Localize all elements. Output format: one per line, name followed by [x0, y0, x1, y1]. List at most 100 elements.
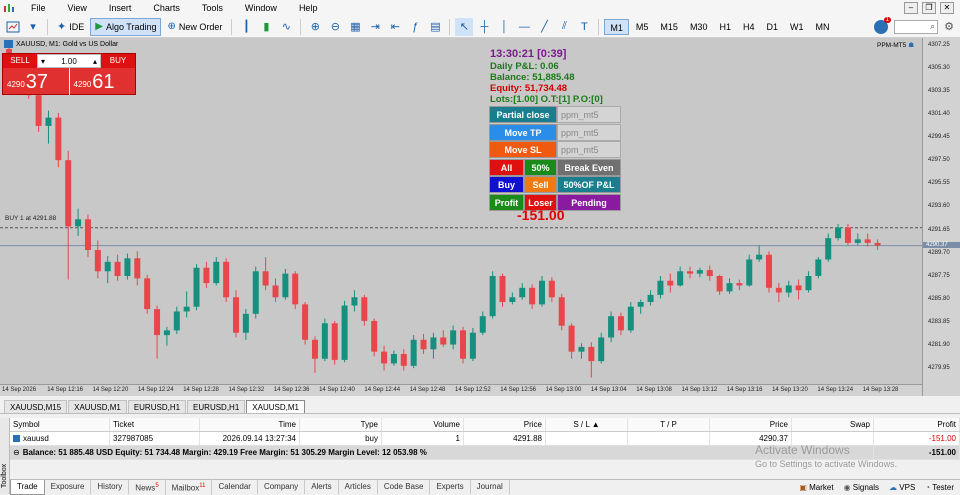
toolbox-tab-history[interactable]: History — [91, 480, 130, 494]
partial-close-button[interactable]: Partial close — [489, 106, 557, 123]
expert-advisor-tag[interactable]: PPM-MT5 ☗ — [877, 41, 914, 50]
col-symbol[interactable]: Symbol — [10, 418, 110, 431]
menu-tools[interactable]: Tools — [191, 0, 234, 16]
toolbox-tab-mailbox[interactable]: Mailbox11 — [166, 478, 213, 495]
notifications-icon[interactable]: 1 — [874, 16, 892, 34]
row-sl[interactable] — [546, 432, 628, 445]
lot-size-input[interactable]: ▾ 1.00 ▴ — [37, 54, 101, 68]
tester-button[interactable]: ◔ Tester — [925, 483, 954, 492]
tf-d1[interactable]: D1 — [761, 19, 783, 35]
templates-icon[interactable]: ▤ — [426, 18, 444, 36]
col-volume[interactable]: Volume — [382, 418, 464, 431]
col-sl[interactable]: S / L ▲ — [546, 418, 628, 431]
new-chart-icon[interactable] — [4, 18, 22, 36]
move-sl-button[interactable]: Move SL — [489, 141, 557, 158]
buy-button-label[interactable]: BUY — [101, 54, 135, 68]
toolbox-tab-alerts[interactable]: Alerts — [305, 480, 339, 494]
buy-price-button[interactable]: 4290 61 — [70, 68, 136, 95]
zoom-in-icon[interactable]: ⊕ — [306, 18, 324, 36]
menu-insert[interactable]: Insert — [98, 0, 143, 16]
close-fifty-button[interactable]: 50% — [524, 158, 557, 176]
toolbox-tab-company[interactable]: Company — [258, 480, 306, 494]
new-order-button[interactable]: ⊕ New Order — [163, 18, 226, 36]
candlestick-chart[interactable] — [0, 38, 922, 384]
menu-charts[interactable]: Charts — [142, 0, 191, 16]
col-time[interactable]: Time — [200, 418, 300, 431]
col-swap[interactable]: Swap — [792, 418, 874, 431]
auto-scroll-icon[interactable]: ⇥ — [366, 18, 384, 36]
profiles-icon[interactable]: ▾ — [24, 18, 42, 36]
market-button[interactable]: ▣ Market — [799, 483, 833, 492]
lot-decrease-icon[interactable]: ▾ — [41, 57, 45, 66]
toolbox-tab-experts[interactable]: Experts — [430, 480, 471, 494]
close-button[interactable]: ✕ — [940, 2, 954, 14]
settings-icon[interactable]: ⚙ — [944, 20, 954, 33]
move-sl-input[interactable]: ppm_mt5 — [557, 141, 621, 158]
chart-tab[interactable]: XAUUSD,M1 — [68, 400, 127, 413]
chart-window[interactable]: XAUUSD, M1: Gold vs US Dollar PPM-MT5 ☗ … — [0, 38, 960, 396]
cursor-icon[interactable]: ↖ — [455, 17, 474, 36]
close-sell-button[interactable]: Sell — [524, 176, 557, 193]
break-even-button[interactable]: Break Even — [557, 158, 621, 176]
tile-windows-icon[interactable]: ▦ — [346, 18, 364, 36]
indicators-icon[interactable]: ƒ — [406, 18, 424, 36]
partial-close-input[interactable]: ppm_mt5 — [557, 106, 621, 123]
candle-chart-icon[interactable]: ▮ — [257, 18, 275, 36]
tf-m5[interactable]: M5 — [631, 19, 654, 35]
move-tp-button[interactable]: Move TP — [489, 123, 557, 141]
toolbox-tab-exposure[interactable]: Exposure — [45, 480, 92, 494]
col-tp[interactable]: T / P — [628, 418, 710, 431]
tf-m15[interactable]: M15 — [655, 19, 683, 35]
signals-button[interactable]: ◉ Signals — [844, 483, 879, 492]
menu-help[interactable]: Help — [288, 0, 329, 16]
toolbox-tab-code-base[interactable]: Code Base — [378, 480, 431, 494]
lot-increase-icon[interactable]: ▴ — [93, 57, 97, 66]
menu-file[interactable]: File — [20, 0, 57, 16]
chart-shift-icon[interactable]: ⇤ — [386, 18, 404, 36]
price-axis[interactable]: 4307.25 4305.30 4303.35 4301.40 4299.45 4297.… — [922, 38, 960, 396]
col-profit[interactable]: Profit — [874, 418, 960, 431]
sell-button-label[interactable]: SELL — [3, 54, 37, 68]
sell-price-button[interactable]: 4290 37 — [3, 68, 69, 95]
menu-window[interactable]: Window — [234, 0, 288, 16]
tf-m30[interactable]: M30 — [685, 19, 713, 35]
chart-tab[interactable]: EURUSD,H1 — [187, 400, 246, 413]
toolbox-tab-trade[interactable]: Trade — [10, 479, 45, 495]
fifty-of-pl-button[interactable]: 50%OF P&L — [557, 176, 621, 193]
algo-trading-button[interactable]: ▶ Algo Trading — [90, 17, 162, 36]
tf-mn[interactable]: MN — [811, 19, 835, 35]
text-tool-icon[interactable]: T — [575, 18, 593, 36]
move-tp-input[interactable]: ppm_mt5 — [557, 123, 621, 141]
toolbox-strip[interactable]: Toolbox — [0, 418, 10, 494]
time-axis[interactable]: 14 Sep 2026 14 Sep 12:16 14 Sep 12:20 14 Se… — [0, 384, 922, 396]
search-box[interactable]: ⌕ — [894, 19, 939, 34]
tf-h4[interactable]: H4 — [738, 19, 760, 35]
tf-m1[interactable]: M1 — [604, 18, 629, 35]
chart-tab[interactable]: EURUSD,H1 — [127, 400, 187, 413]
close-all-button[interactable]: All — [489, 158, 524, 176]
close-pending-button[interactable]: Pending — [557, 193, 621, 211]
toolbox-tab-news[interactable]: News5 — [129, 478, 166, 495]
bar-chart-icon[interactable]: ┃ — [237, 18, 255, 36]
col-type[interactable]: Type — [300, 418, 382, 431]
line-chart-icon[interactable]: ∿ — [277, 18, 295, 36]
col-price[interactable]: Price — [464, 418, 546, 431]
menu-view[interactable]: View — [57, 0, 98, 16]
tf-w1[interactable]: W1 — [785, 19, 809, 35]
ide-button[interactable]: ✦ IDE — [53, 18, 88, 36]
trendline-icon[interactable]: ╱ — [535, 18, 553, 36]
zoom-out-icon[interactable]: ⊖ — [326, 18, 344, 36]
vertical-line-icon[interactable]: │ — [495, 18, 513, 36]
toolbox-tab-journal[interactable]: Journal — [471, 480, 510, 494]
restore-button[interactable]: ❐ — [922, 2, 936, 14]
channel-icon[interactable]: ⫽ — [555, 18, 573, 36]
crosshair-icon[interactable]: ┼ — [475, 18, 493, 36]
horizontal-line-icon[interactable]: — — [515, 18, 533, 36]
close-buy-button[interactable]: Buy — [489, 176, 524, 193]
col-ticket[interactable]: Ticket — [110, 418, 200, 431]
chart-tab[interactable]: XAUUSD,M1 — [246, 400, 305, 413]
toolbox-tab-calendar[interactable]: Calendar — [212, 480, 258, 494]
toolbox-tab-articles[interactable]: Articles — [339, 480, 378, 494]
tf-h1[interactable]: H1 — [714, 19, 736, 35]
chart-tab[interactable]: XAUUSD,M15 — [4, 400, 68, 413]
